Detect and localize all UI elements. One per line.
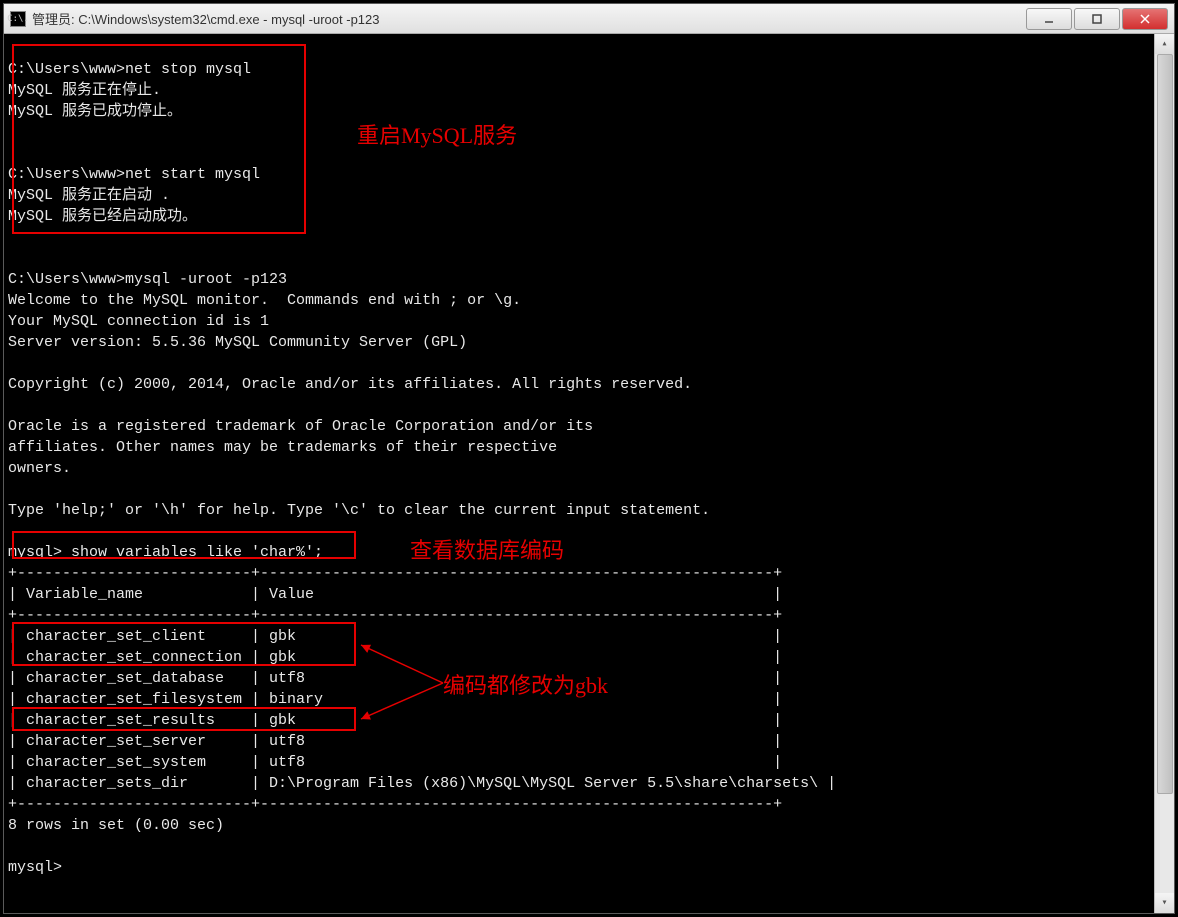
terminal-line: | character_set_system | utf8 | — [8, 752, 1174, 773]
terminal-line: C:\Users\www>net start mysql — [8, 164, 1174, 185]
terminal-line: Server version: 5.5.36 MySQL Community S… — [8, 332, 1174, 353]
terminal-line — [8, 248, 1174, 269]
terminal-line: | character_set_client | gbk | — [8, 626, 1174, 647]
titlebar[interactable]: C:\. 管理员: C:\Windows\system32\cmd.exe - … — [4, 4, 1174, 34]
terminal-line — [8, 38, 1174, 59]
scroll-thumb[interactable] — [1157, 54, 1173, 794]
terminal-line — [8, 227, 1174, 248]
terminal-line: +--------------------------+------------… — [8, 605, 1174, 626]
terminal-line — [8, 395, 1174, 416]
terminal-line: | Variable_name | Value | — [8, 584, 1174, 605]
terminal-line — [8, 479, 1174, 500]
terminal-output[interactable]: C:\Users\www>net stop mysqlMySQL 服务正在停止.… — [4, 34, 1174, 913]
terminal-line: C:\Users\www>mysql -uroot -p123 — [8, 269, 1174, 290]
terminal-line: mysql> show variables like 'char%'; — [8, 542, 1174, 563]
scroll-up-arrow[interactable]: ▴ — [1155, 34, 1174, 54]
terminal-line: MySQL 服务正在停止. — [8, 80, 1174, 101]
terminal-line — [8, 521, 1174, 542]
terminal-line: +--------------------------+------------… — [8, 794, 1174, 815]
terminal-line — [8, 122, 1174, 143]
terminal-line: mysql> — [8, 857, 1174, 878]
minimize-button[interactable] — [1026, 8, 1072, 30]
terminal-line: 8 rows in set (0.00 sec) — [8, 815, 1174, 836]
terminal-line — [8, 353, 1174, 374]
scroll-down-arrow[interactable]: ▾ — [1155, 893, 1174, 913]
terminal-line: | character_set_filesystem | binary | — [8, 689, 1174, 710]
window-title: 管理员: C:\Windows\system32\cmd.exe - mysql… — [32, 9, 1026, 28]
terminal-line: | character_set_server | utf8 | — [8, 731, 1174, 752]
terminal-line: Oracle is a registered trademark of Orac… — [8, 416, 1174, 437]
terminal-line: Copyright (c) 2000, 2014, Oracle and/or … — [8, 374, 1174, 395]
maximize-button[interactable] — [1074, 8, 1120, 30]
terminal-line: Your MySQL connection id is 1 — [8, 311, 1174, 332]
terminal-line: | character_set_results | gbk | — [8, 710, 1174, 731]
terminal-line: Welcome to the MySQL monitor. Commands e… — [8, 290, 1174, 311]
terminal-line: Type 'help;' or '\h' for help. Type '\c'… — [8, 500, 1174, 521]
terminal-line: C:\Users\www>net stop mysql — [8, 59, 1174, 80]
terminal-line: | character_set_database | utf8 | — [8, 668, 1174, 689]
terminal-line: owners. — [8, 458, 1174, 479]
cmd-window: C:\. 管理员: C:\Windows\system32\cmd.exe - … — [3, 3, 1175, 914]
terminal-line: | character_sets_dir | D:\Program Files … — [8, 773, 1174, 794]
terminal-line: MySQL 服务正在启动 . — [8, 185, 1174, 206]
terminal-line — [8, 143, 1174, 164]
terminal-line: MySQL 服务已成功停止。 — [8, 101, 1174, 122]
terminal-line: | character_set_connection | gbk | — [8, 647, 1174, 668]
window-controls — [1026, 4, 1174, 33]
vertical-scrollbar[interactable]: ▴ ▾ — [1154, 34, 1174, 913]
window-icon: C:\. — [10, 11, 26, 27]
terminal-line: MySQL 服务已经启动成功。 — [8, 206, 1174, 227]
terminal-line: affiliates. Other names may be trademark… — [8, 437, 1174, 458]
close-button[interactable] — [1122, 8, 1168, 30]
terminal-line — [8, 836, 1174, 857]
terminal-line: +--------------------------+------------… — [8, 563, 1174, 584]
